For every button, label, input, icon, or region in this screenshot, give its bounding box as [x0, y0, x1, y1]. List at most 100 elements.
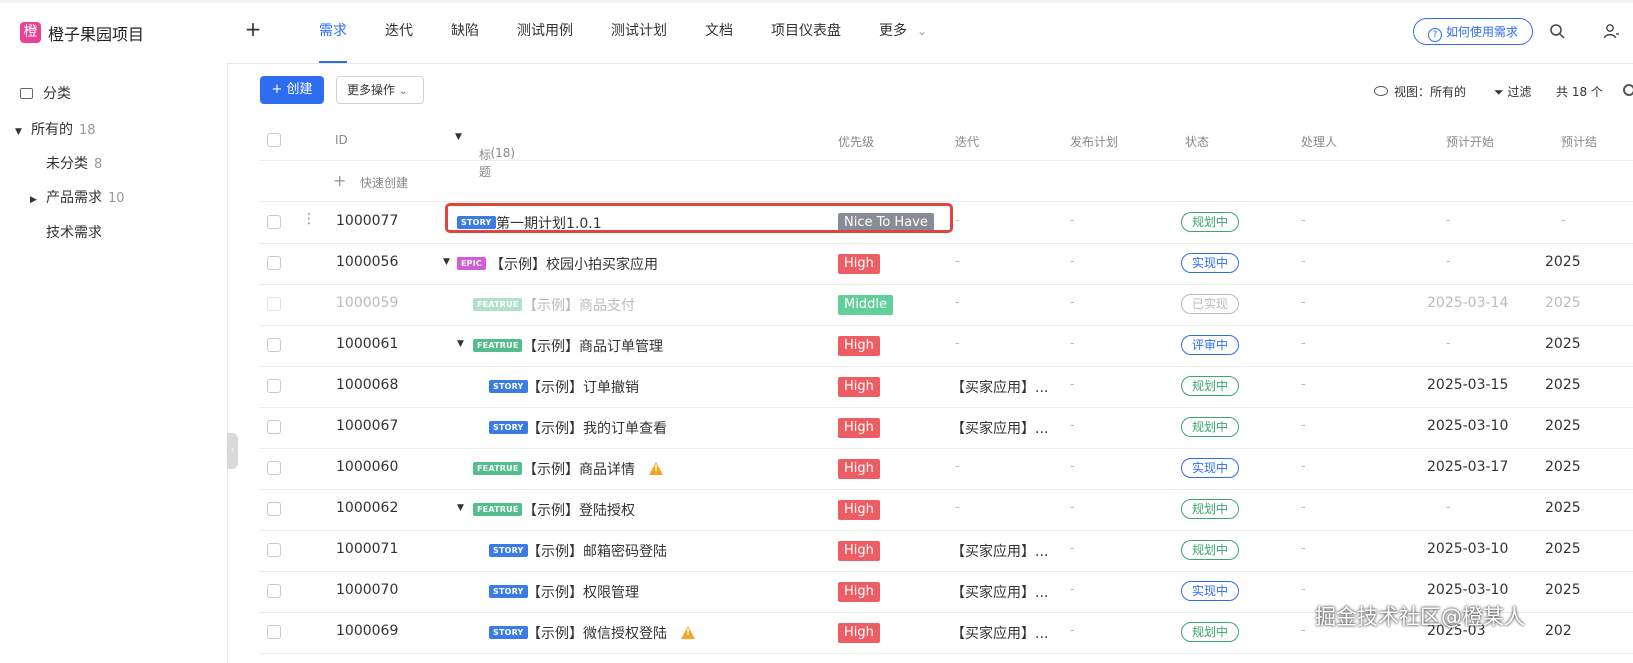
col-assignee[interactable]: 处理人 — [1301, 133, 1337, 150]
tab-more[interactable]: 更多 ⌄ — [860, 0, 946, 63]
quick-create-row[interactable]: + 快速创建 — [259, 161, 1633, 202]
priority-badge[interactable]: High — [838, 336, 880, 356]
row-checkbox[interactable] — [267, 502, 281, 516]
col-id[interactable]: ID — [335, 133, 348, 147]
status-badge[interactable]: 规划中 — [1181, 417, 1239, 437]
tab-docs[interactable]: 文档 — [686, 0, 752, 63]
col-release[interactable]: 发布计划 — [1070, 133, 1118, 150]
col-end[interactable]: 预计结 — [1561, 133, 1597, 150]
status-badge[interactable]: 评审中 — [1181, 335, 1239, 355]
table-row[interactable]: 1000062 ▼ FEATRUE 【示例】登陆授权 High - - 规划中 - - 2025 — [259, 489, 1633, 531]
priority-badge[interactable]: High — [838, 377, 880, 397]
row-checkbox[interactable] — [267, 215, 281, 229]
row-checkbox[interactable] — [267, 297, 281, 311]
caret-down-icon[interactable]: ▼ — [443, 257, 450, 267]
status-badge[interactable]: 规划中 — [1181, 376, 1239, 396]
priority-badge[interactable]: High — [838, 459, 880, 479]
table-row[interactable]: 1000061 ▼ FEATRUE 【示例】商品订单管理 High - - 评审中 - - 2025 — [259, 325, 1633, 367]
sidebar-item-uncategorized[interactable]: 未分类 8 — [46, 153, 102, 173]
row-checkbox[interactable] — [267, 461, 281, 475]
col-start[interactable]: 预计开始 — [1446, 133, 1494, 150]
row-title[interactable]: 【示例】校园小拍买家应用 — [490, 254, 658, 274]
tab-iterations[interactable]: 迭代 — [366, 0, 432, 63]
status-badge[interactable]: 规划中 — [1181, 499, 1239, 519]
caret-down-icon[interactable]: ▼ — [455, 132, 462, 142]
select-all-checkbox[interactable] — [267, 133, 281, 147]
priority-badge[interactable]: High — [838, 541, 880, 561]
col-title[interactable]: 标题 (18) — [479, 133, 515, 179]
create-button[interactable]: + 创建 — [260, 76, 324, 104]
priority-badge[interactable]: High — [838, 623, 880, 643]
help-button[interactable]: ? 如何使用需求 — [1413, 18, 1533, 45]
user-icon[interactable] — [1603, 23, 1619, 39]
caret-down-icon[interactable]: ▼ — [457, 503, 464, 513]
table-row[interactable]: 1000068 STORY 【示例】订单撤销 High 【买家应用】... - 规划中 - 20… — [259, 366, 1633, 408]
status-badge[interactable]: 规划中 — [1181, 540, 1239, 560]
col-status[interactable]: 状态 — [1185, 133, 1209, 150]
sidebar-collapse-handle[interactable]: ‹ — [227, 433, 238, 469]
priority-badge[interactable]: High — [838, 582, 880, 602]
tab-test-cases[interactable]: 测试用例 — [498, 0, 592, 63]
row-title[interactable]: 【示例】商品详情 — [523, 459, 663, 479]
row-checkbox[interactable] — [267, 256, 281, 270]
priority-badge[interactable]: High — [838, 418, 880, 438]
status-badge[interactable]: 实现中 — [1181, 253, 1239, 273]
status-badge[interactable]: 实现中 — [1181, 581, 1239, 601]
status-badge[interactable]: 实现中 — [1181, 458, 1239, 478]
row-title[interactable]: 【示例】邮箱密码登陆 — [527, 541, 667, 561]
table-row[interactable]: ⋮ 1000077 STORY 第一期计划1.0.1 Nice To Have - - 规划中… — [259, 202, 1633, 244]
view-selector[interactable]: 视图：所有的 — [1374, 83, 1466, 100]
row-checkbox[interactable] — [267, 420, 281, 434]
row-title[interactable]: 【示例】权限管理 — [527, 582, 639, 602]
caret-down-icon[interactable]: ▼ — [457, 339, 464, 349]
priority-badge[interactable]: Nice To Have — [838, 213, 934, 233]
table-row[interactable]: 1000060 FEATRUE【示例】商品详情 High - - 实现中 - 2025-03-… — [259, 448, 1633, 490]
priority-badge[interactable]: Middle — [838, 295, 893, 315]
more-actions-button[interactable]: 更多操作 ⌄ — [336, 76, 424, 104]
sidebar-item-tech[interactable]: 技术需求 — [46, 222, 102, 242]
table-row[interactable]: 1000056 ▼ EPIC 【示例】校园小拍买家应用 High - - 实现中 - - 2025 — [259, 243, 1633, 285]
row-title[interactable]: 【示例】商品订单管理 — [523, 336, 663, 356]
row-checkbox[interactable] — [267, 625, 281, 639]
row-checkbox[interactable] — [267, 584, 281, 598]
sidebar-item-product[interactable]: ▶ 产品需求 10 — [30, 187, 125, 207]
row-title[interactable]: 【示例】我的订单查看 — [527, 418, 667, 438]
row-iteration[interactable]: 【买家应用】... — [951, 582, 1048, 602]
tab-defects[interactable]: 缺陷 — [432, 0, 498, 63]
table-row[interactable]: 1000071 STORY 【示例】邮箱密码登陆 High 【买家应用】... - 规划中 -… — [259, 530, 1633, 572]
add-button[interactable]: + — [244, 17, 262, 41]
table-row[interactable]: 1000059 FEATRUE 【示例】商品支付 Middle - - 已实现 - 2025-0… — [259, 284, 1633, 326]
row-checkbox[interactable] — [267, 338, 281, 352]
priority-badge[interactable]: High — [838, 254, 880, 274]
more-vert-icon[interactable]: ⋮ — [302, 211, 316, 227]
row-iteration[interactable]: 【买家应用】... — [951, 377, 1048, 397]
gear-icon[interactable] — [1623, 84, 1633, 96]
status-badge[interactable]: 规划中 — [1181, 212, 1239, 232]
row-title[interactable]: 第一期计划1.0.1 — [496, 213, 602, 233]
row-iteration[interactable]: 【买家应用】... — [951, 541, 1048, 561]
project-title[interactable]: 橙子果园项目 — [48, 21, 144, 45]
caret-right-icon[interactable]: ▶ — [30, 195, 46, 205]
search-icon[interactable] — [1549, 23, 1565, 39]
row-checkbox[interactable] — [267, 543, 281, 557]
row-title[interactable]: 【示例】登陆授权 — [523, 500, 635, 520]
row-title[interactable]: 【示例】微信授权登陆 — [527, 623, 695, 643]
tab-dashboard[interactable]: 项目仪表盘 — [752, 0, 860, 63]
tab-requirements[interactable]: 需求 — [300, 0, 366, 63]
row-checkbox[interactable] — [267, 379, 281, 393]
row-iteration[interactable]: 【买家应用】... — [951, 623, 1048, 643]
caret-down-icon[interactable]: ▼ — [15, 127, 31, 137]
tab-test-plans[interactable]: 测试计划 — [592, 0, 686, 63]
sidebar-item-all[interactable]: ▼ 所有的 18 — [15, 119, 96, 139]
status-badge[interactable]: 规划中 — [1181, 622, 1239, 642]
row-iteration: - — [955, 295, 960, 310]
filter-button[interactable]: ⏷ 过滤 — [1494, 83, 1531, 100]
priority-badge[interactable]: High — [838, 500, 880, 520]
status-badge[interactable]: 已实现 — [1181, 294, 1239, 314]
table-row[interactable]: 1000067 STORY 【示例】我的订单查看 High 【买家应用】... - 规划中 -… — [259, 407, 1633, 449]
row-iteration[interactable]: 【买家应用】... — [951, 418, 1048, 438]
row-title[interactable]: 【示例】订单撤销 — [527, 377, 639, 397]
col-iteration[interactable]: 迭代 — [955, 133, 979, 150]
col-priority[interactable]: 优先级 — [838, 133, 874, 150]
row-title[interactable]: 【示例】商品支付 — [523, 295, 635, 315]
